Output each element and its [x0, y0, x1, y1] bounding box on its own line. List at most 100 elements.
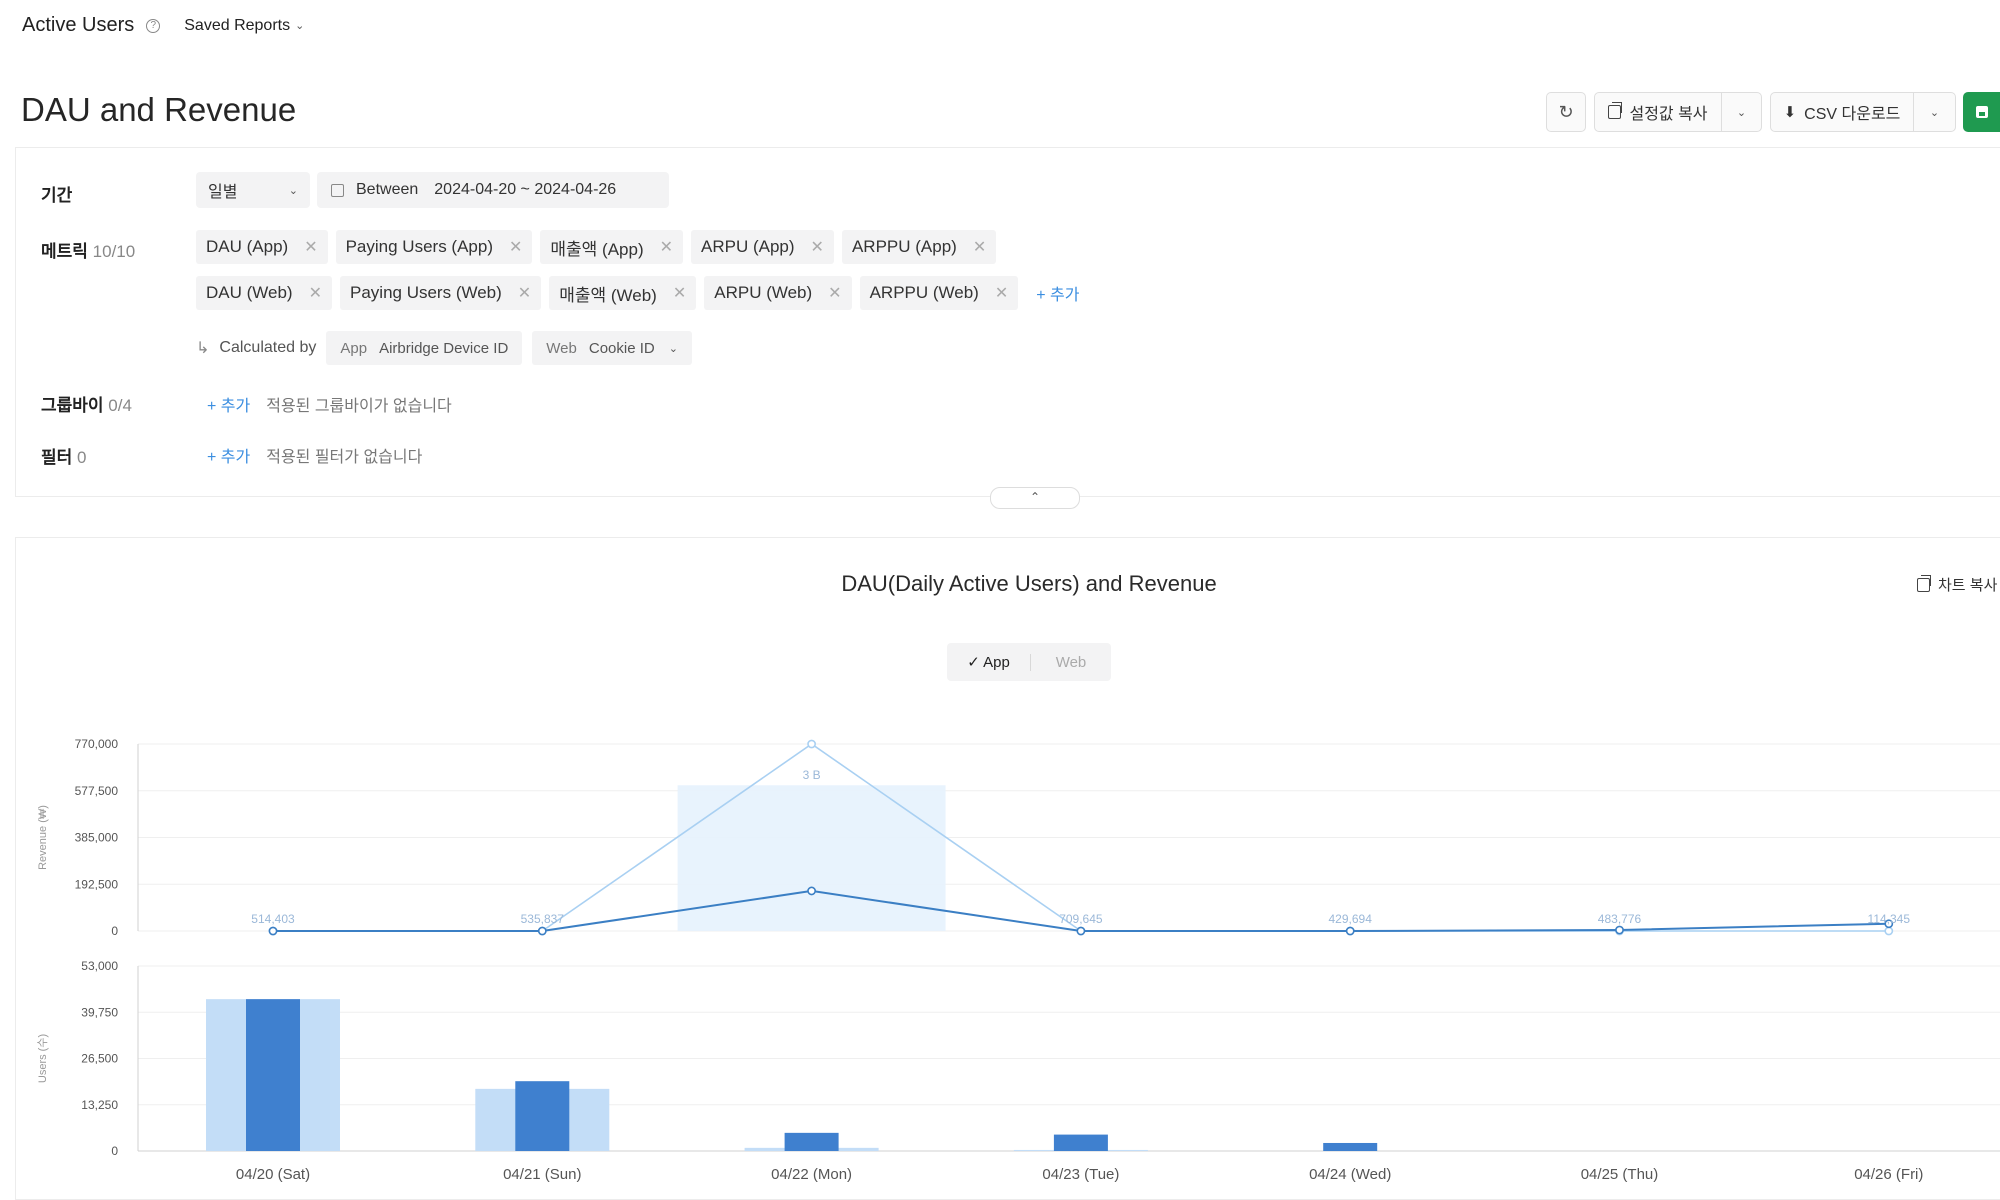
filter-label: 필터 0 — [41, 443, 86, 468]
x-tick-label: 04/26 (Fri) — [1854, 1166, 1923, 1183]
date-range-value: 2024-04-20 ~ 2024-04-26 — [434, 181, 617, 198]
metric-chip[interactable]: DAU (App) ✕ — [196, 230, 328, 264]
save-button[interactable] — [1963, 92, 2000, 132]
toggle-web[interactable]: Web — [1030, 653, 1111, 671]
metric-chip-label: ARPPU (Web) — [869, 283, 979, 302]
copy-chart-button[interactable]: 차트 복사 — [1917, 574, 1997, 595]
metric-chip[interactable]: Paying Users (Web) ✕ — [340, 276, 542, 310]
chart-title: DAU(Daily Active Users) and Revenue — [841, 571, 1217, 596]
period-label: 기간 — [41, 186, 73, 205]
metric-chip-label: ARPU (Web) — [714, 283, 813, 302]
copy-icon — [1608, 102, 1623, 119]
filter-row: + 추가 적용된 필터가 없습니다 — [207, 443, 422, 467]
close-icon[interactable]: ✕ — [518, 283, 531, 303]
csv-download-button[interactable]: ⬇ CSV 다운로드 — [1770, 92, 1914, 132]
between-label: Between — [356, 181, 419, 198]
x-tick-label: 04/23 (Tue) — [1042, 1166, 1119, 1183]
close-icon[interactable]: ✕ — [304, 237, 317, 257]
close-icon[interactable]: ✕ — [995, 283, 1008, 303]
saved-reports-dropdown[interactable]: Saved Reports ⌄ — [184, 17, 304, 35]
x-tick-label: 04/22 (Mon) — [771, 1166, 852, 1183]
filter-empty-text: 적용된 필터가 없습니다 — [266, 449, 423, 466]
page-title: DAU and Revenue — [21, 91, 297, 128]
metric-chip-label: ARPPU (App) — [851, 237, 957, 256]
revenue-point — [1345, 926, 1355, 936]
date-range-picker[interactable]: Between 2024-04-20 ~ 2024-04-26 — [317, 172, 669, 208]
users-y-tick: 13,250 — [81, 1098, 118, 1112]
web-key: Web — [546, 339, 577, 357]
collapse-panel-button[interactable]: ⌃ — [990, 487, 1080, 509]
toggle-web-label: Web — [1055, 653, 1087, 671]
csv-download-dropdown[interactable]: ⌄ — [1914, 92, 1956, 132]
users-bar-dark — [246, 999, 300, 1151]
users-y-tick: 26,500 — [81, 1052, 118, 1066]
copy-settings-label: 설정값 복사 — [1629, 106, 1708, 123]
groupby-label: 그룹바이 0/4 — [41, 391, 132, 416]
web-identifier-select[interactable]: Web Cookie ID ⌄ — [532, 331, 692, 365]
calendar-icon — [331, 183, 344, 197]
groupby-empty-text: 적용된 그룹바이가 없습니다 — [266, 398, 452, 415]
calculated-by-row: ↳ Calculated by App Airbridge Device ID … — [196, 331, 692, 365]
metric-chip-label: ARPU (App) — [701, 237, 795, 256]
metric-chip[interactable]: 매출액 (Web) ✕ — [549, 276, 697, 310]
metric-chip[interactable]: Paying Users (App) ✕ — [335, 230, 533, 264]
metrics-row-2: DAU (Web) ✕ Paying Users (Web) ✕ 매출액 (Web)… — [196, 276, 1079, 310]
top-nav: Active Users ? Saved Reports ⌄ — [22, 14, 304, 37]
groupby-count: 0/4 — [108, 396, 132, 415]
add-metric-link[interactable]: + 추가 — [1036, 281, 1079, 305]
metric-chip[interactable]: ARPPU (App) ✕ — [841, 230, 997, 264]
refresh-button[interactable]: ↻ — [1546, 92, 1586, 132]
revenue-y-tick: 770,000 — [75, 737, 119, 751]
add-filter-link[interactable]: + 추가 — [207, 443, 250, 467]
metric-chip[interactable]: 매출액 (App) ✕ — [540, 230, 684, 264]
csv-download-group: ⬇ CSV 다운로드 ⌄ — [1770, 92, 1956, 132]
close-icon[interactable]: ✕ — [811, 237, 824, 257]
report-type-title[interactable]: Active Users — [22, 14, 134, 37]
granularity-select[interactable]: 일별 ⌄ — [196, 172, 310, 208]
chevron-down-icon: ⌄ — [288, 184, 298, 197]
groupby-row: + 추가 적용된 그룹바이가 없습니다 — [207, 392, 452, 416]
groupby-label-text: 그룹바이 — [41, 396, 104, 415]
app-identifier-box[interactable]: App Airbridge Device ID — [326, 331, 523, 365]
filter-count: 0 — [77, 448, 87, 467]
question-circle-icon[interactable]: ? — [146, 18, 161, 33]
metrics-label: 메트릭 10/10 — [41, 237, 135, 262]
platform-toggle: ✓ App Web — [947, 643, 1111, 681]
add-groupby-link[interactable]: + 추가 — [207, 392, 250, 416]
copy-settings-button[interactable]: 설정값 복사 — [1594, 92, 1722, 132]
close-icon[interactable]: ✕ — [828, 283, 841, 303]
metric-chip[interactable]: ARPU (App) ✕ — [691, 230, 834, 264]
metric-chip-label: Paying Users (Web) — [350, 283, 502, 302]
users-y-axis-label: Users (수) — [36, 1034, 49, 1083]
revenue-y-tick: 0 — [111, 924, 118, 938]
close-icon[interactable]: ✕ — [660, 237, 673, 257]
metric-chip[interactable]: ARPU (Web) ✕ — [704, 276, 852, 310]
close-icon[interactable]: ✕ — [309, 283, 322, 303]
revenue-point-label: 709,645 — [1059, 912, 1103, 926]
x-tick-label: 04/20 (Sat) — [236, 1166, 310, 1183]
copy-chart-label: 차트 복사 — [1938, 577, 1998, 594]
copy-icon — [1917, 574, 1931, 592]
close-icon[interactable]: ✕ — [509, 237, 522, 257]
calculated-by-label: Calculated by — [219, 339, 317, 356]
check-icon: ✓ — [967, 654, 980, 671]
metric-chip-label: DAU (App) — [206, 237, 289, 256]
revenue-point-label: 429,694 — [1329, 912, 1373, 926]
close-icon[interactable]: ✕ — [673, 283, 686, 303]
web-identifier-value: Cookie ID — [588, 339, 655, 357]
filter-label-text: 필터 — [41, 448, 73, 467]
metric-chip[interactable]: DAU (Web) ✕ — [196, 276, 332, 310]
metric-chip-label: 매출액 (Web) — [559, 285, 657, 305]
close-icon[interactable]: ✕ — [973, 237, 986, 257]
metric-chip[interactable]: ARPPU (Web) ✕ — [859, 276, 1019, 310]
chevron-up-icon: ⌃ — [1029, 490, 1041, 504]
chevron-down-icon: ⌄ — [295, 20, 305, 32]
revenue-y-tick: 577,500 — [75, 784, 119, 798]
toggle-app[interactable]: ✓ App — [947, 653, 1030, 671]
revenue-point — [1884, 926, 1894, 936]
copy-settings-dropdown[interactable]: ⌄ — [1722, 92, 1762, 132]
refresh-icon: ↻ — [1558, 101, 1574, 122]
metric-chip-label: DAU (Web) — [206, 283, 293, 302]
metric-chip-label: 매출액 (App) — [550, 239, 644, 259]
revenue-point — [268, 926, 278, 936]
